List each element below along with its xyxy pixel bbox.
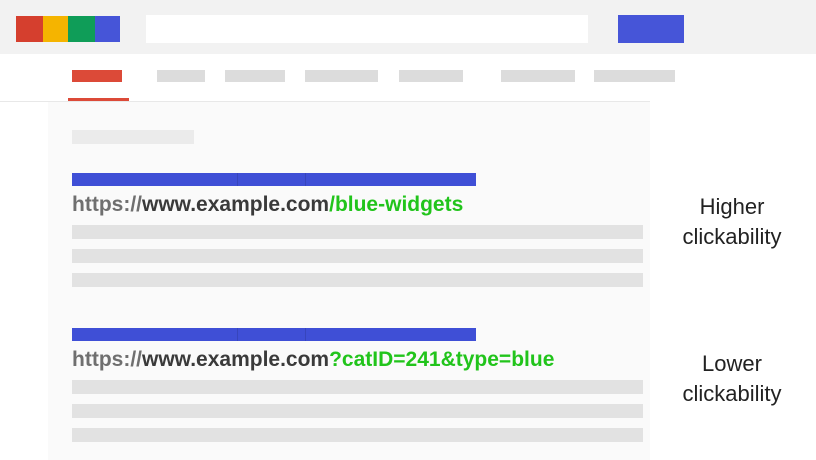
- url-path: /blue-widgets: [329, 193, 464, 216]
- snippet-line: [72, 249, 643, 263]
- search-button[interactable]: [618, 15, 684, 43]
- annotation-line: clickability: [682, 381, 782, 406]
- snippet-line: [72, 404, 643, 418]
- url-scheme: https://: [72, 193, 142, 216]
- annotation-line: Lower: [702, 351, 762, 376]
- search-input[interactable]: [146, 15, 588, 43]
- tab-5[interactable]: [399, 70, 463, 82]
- url-scheme: https://: [72, 348, 142, 371]
- annotation-higher: Higher clickability: [662, 192, 802, 252]
- url-path: ?catID=241&type=blue: [329, 348, 555, 371]
- tab-3[interactable]: [225, 70, 285, 82]
- tab-7[interactable]: [594, 70, 675, 82]
- tab-2[interactable]: [157, 70, 205, 82]
- result-url[interactable]: https://www.example.com/blue-widgets: [72, 193, 463, 217]
- url-domain: www.example.com: [141, 193, 330, 216]
- annotation-line: Higher: [699, 194, 765, 219]
- tab-active[interactable]: [72, 70, 122, 82]
- snippet-line: [72, 380, 643, 394]
- result-title-link[interactable]: [72, 173, 476, 186]
- snippet-line: [72, 273, 643, 287]
- result-url[interactable]: https://www.example.com?catID=241&type=b…: [72, 348, 554, 372]
- title-segment-divider: [237, 328, 238, 341]
- result-title-link[interactable]: [72, 328, 476, 341]
- snippet-line: [72, 225, 643, 239]
- annotation-line: clickability: [682, 224, 782, 249]
- tab-6[interactable]: [501, 70, 575, 82]
- logo-green-block: [68, 16, 95, 42]
- annotation-lower: Lower clickability: [662, 349, 802, 409]
- logo-yellow-block: [43, 16, 70, 42]
- snippet-line: [72, 428, 643, 442]
- title-segment-divider: [305, 328, 306, 341]
- logo-blue-block: [95, 16, 120, 42]
- title-segment-divider: [305, 173, 306, 186]
- result-stats-placeholder: [72, 130, 194, 144]
- url-domain: www.example.com: [141, 348, 330, 371]
- tab-4[interactable]: [305, 70, 378, 82]
- logo-red-block: [16, 16, 43, 42]
- title-segment-divider: [237, 173, 238, 186]
